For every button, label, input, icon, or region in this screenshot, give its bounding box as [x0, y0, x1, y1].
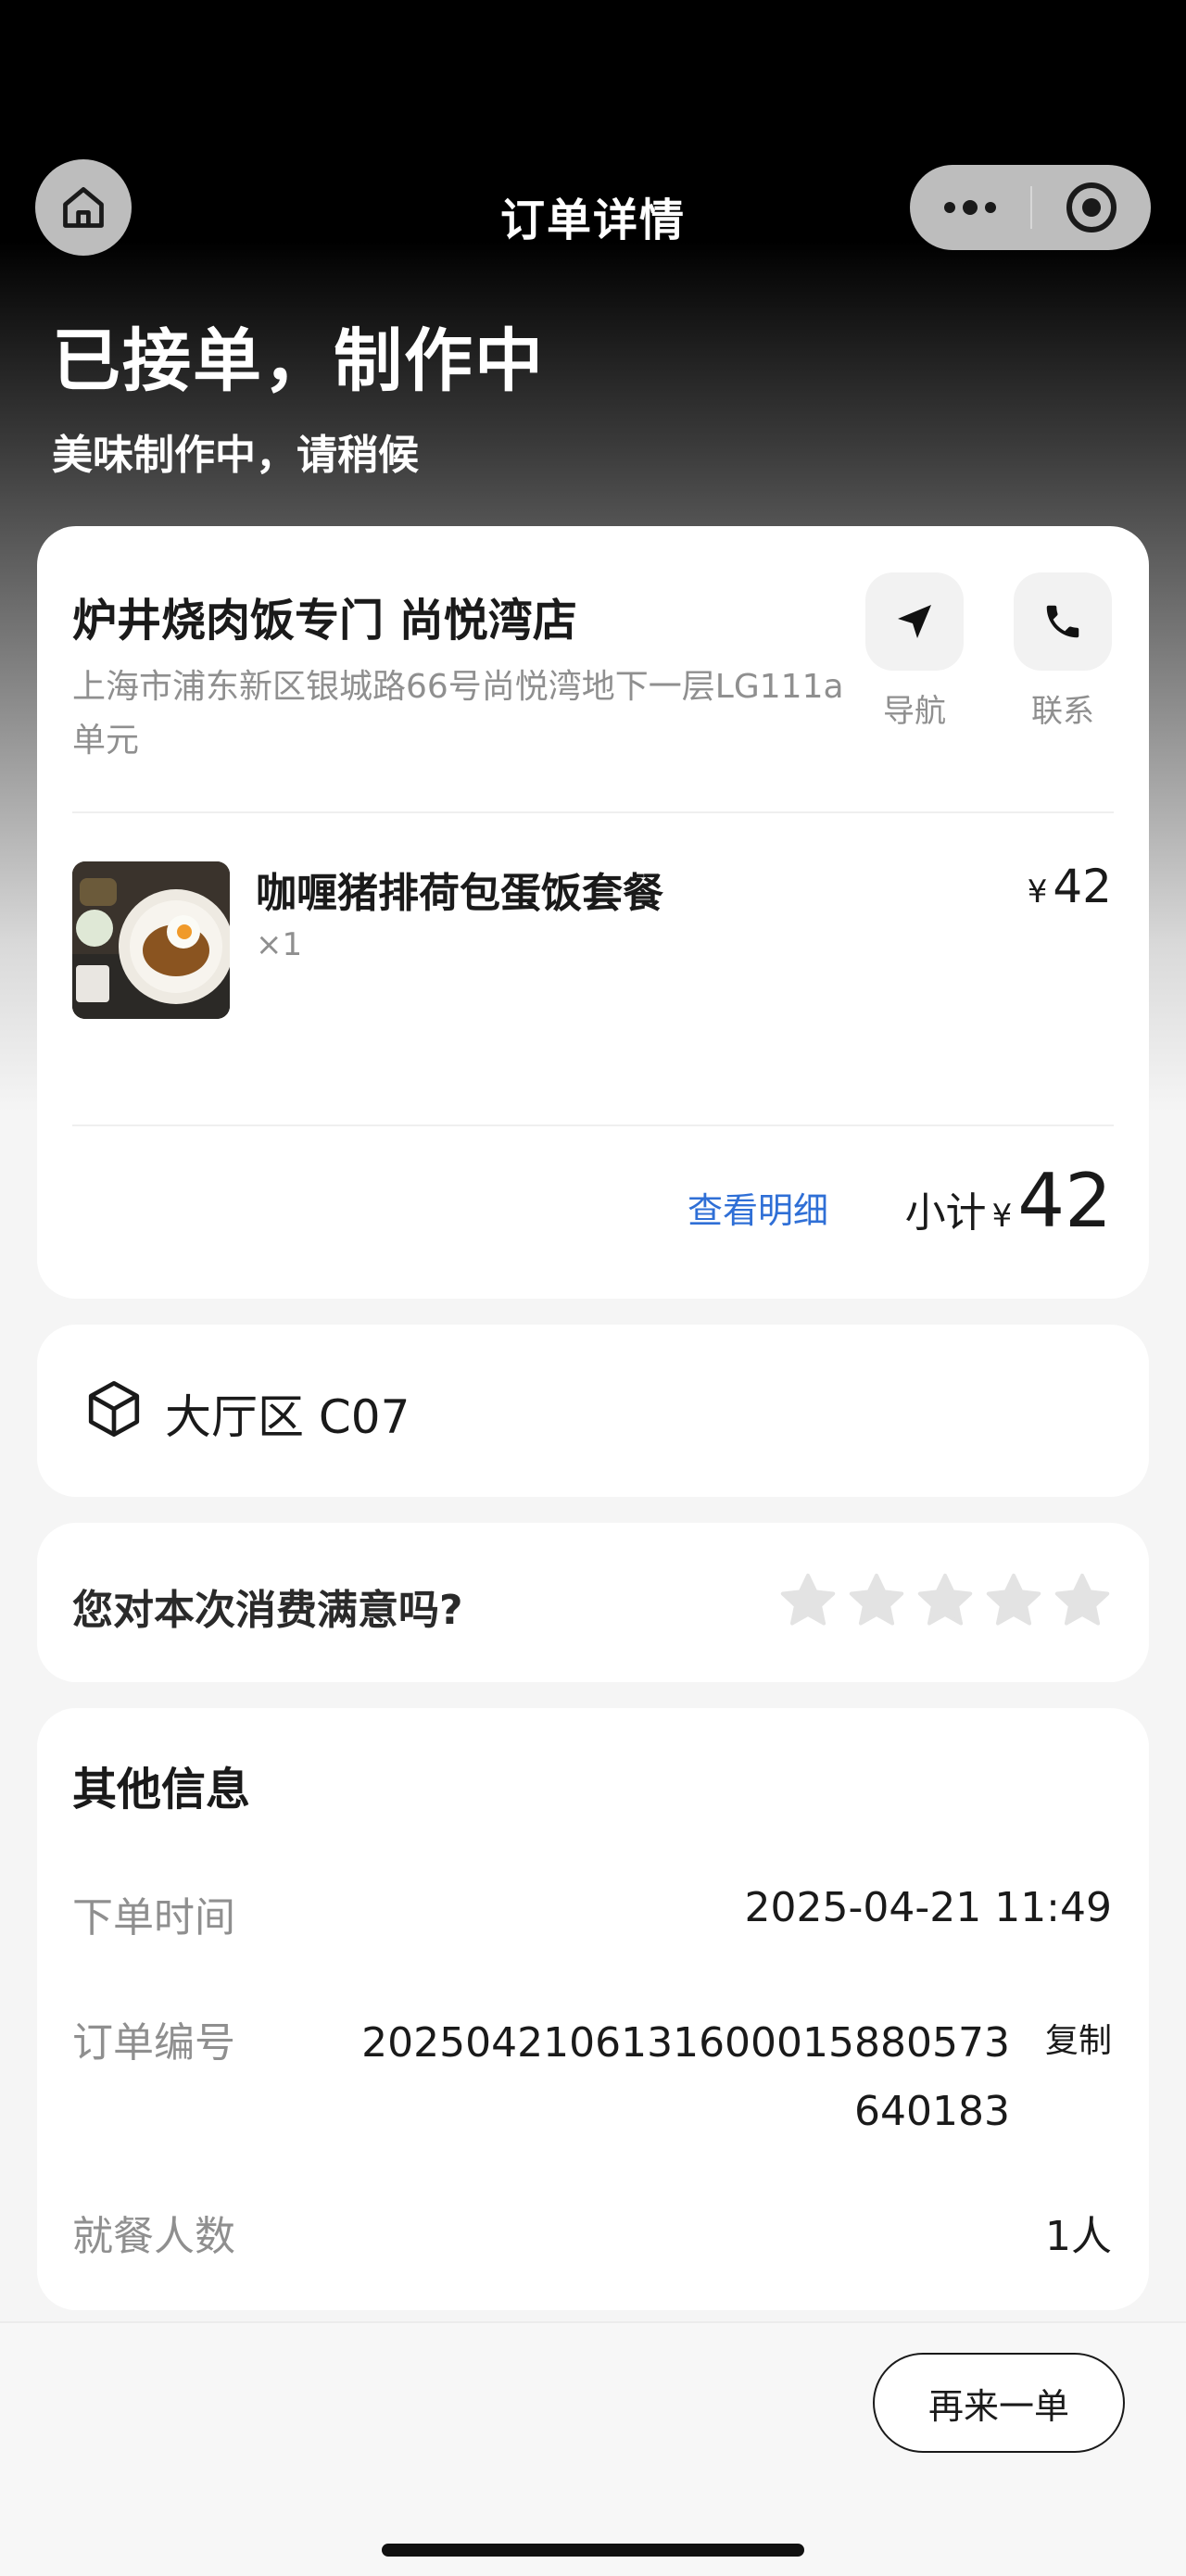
- order-time-label: 下单时间: [72, 1894, 235, 1941]
- bottom-action-bar: 再来一单: [0, 2321, 1186, 2576]
- star-icon[interactable]: [915, 1571, 975, 1630]
- table-card: 大厅区 C07: [37, 1325, 1149, 1497]
- divider: [72, 811, 1114, 813]
- rating-question: 您对本次消费满意吗?: [72, 1587, 463, 1634]
- subtotal: 小计 ¥ 42: [905, 1158, 1112, 1244]
- order-detail-page: 订单详情 已接单，制作中 美味制作中，请稍候 炉井烧肉饭专门 尚悦湾店 上海市浦…: [0, 0, 1186, 2576]
- contact-label: 联系: [1031, 693, 1094, 730]
- subtotal-label: 小计: [904, 1189, 987, 1237]
- order-status-title: 已接单，制作中: [52, 321, 545, 401]
- more-button[interactable]: [910, 165, 1030, 250]
- order-time-value: 2025-04-21 11:49: [744, 1884, 1113, 1931]
- table-number: 大厅区 C07: [165, 1390, 410, 1444]
- star-icon[interactable]: [847, 1571, 906, 1630]
- diners-label: 就餐人数: [72, 2213, 235, 2260]
- mini-program-capsule: [910, 165, 1151, 250]
- more-dot-icon: [963, 200, 978, 215]
- view-details-link[interactable]: 查看明细: [688, 1182, 828, 1233]
- store-name: 炉井烧肉饭专门 尚悦湾店: [72, 595, 577, 647]
- star-icon[interactable]: [984, 1571, 1043, 1630]
- star-rating: [778, 1571, 1112, 1630]
- rating-card: 您对本次消费满意吗?: [37, 1523, 1149, 1682]
- currency-symbol: ¥: [1027, 873, 1048, 911]
- nav-bar: 订单详情: [0, 157, 1186, 259]
- contact-button[interactable]: 联系: [1014, 572, 1112, 731]
- star-icon[interactable]: [778, 1571, 838, 1630]
- order-number-label: 订单编号: [72, 2019, 235, 2067]
- order-number-value: 2025042106131600015880573640183: [361, 2019, 1010, 2135]
- copy-order-number-button[interactable]: 复制: [1045, 2014, 1112, 2062]
- navigate-label: 导航: [883, 693, 946, 730]
- store-address: 上海市浦东新区银城路66号尚悦湾地下一层LG111a单元: [72, 668, 844, 760]
- food-image[interactable]: [72, 861, 230, 1019]
- navigate-button[interactable]: 导航: [865, 572, 964, 731]
- navigation-arrow-icon: [898, 605, 931, 638]
- store-order-card: 炉井烧肉饭专门 尚悦湾店 上海市浦东新区银城路66号尚悦湾地下一层LG111a单…: [37, 526, 1149, 1299]
- other-info-title: 其他信息: [72, 1764, 251, 1816]
- home-indicator: [382, 2544, 804, 2557]
- item-quantity: ×1: [256, 926, 303, 963]
- star-icon[interactable]: [1053, 1571, 1112, 1630]
- other-info-card: 其他信息 下单时间 2025-04-21 11:49 订单编号 20250421…: [37, 1708, 1149, 2310]
- currency-symbol: ¥: [991, 1198, 1013, 1235]
- item-price: ¥42: [1028, 860, 1112, 913]
- close-mini-program-button[interactable]: [1032, 165, 1151, 250]
- box-icon: [88, 1380, 140, 1438]
- item-name: 咖喱猪排荷包蛋饭套餐: [256, 870, 663, 917]
- diners-value: 1人: [1045, 2213, 1112, 2260]
- reorder-button[interactable]: 再来一单: [873, 2353, 1125, 2453]
- target-icon: [1066, 182, 1117, 232]
- divider: [72, 1125, 1114, 1126]
- phone-icon: [1046, 605, 1079, 638]
- item-price-value: 42: [1053, 860, 1112, 913]
- subtotal-amount: 42: [1017, 1158, 1112, 1244]
- order-status-subtitle: 美味制作中，请稍候: [52, 432, 419, 479]
- more-dot-icon: [985, 202, 996, 213]
- more-dot-icon: [944, 202, 955, 213]
